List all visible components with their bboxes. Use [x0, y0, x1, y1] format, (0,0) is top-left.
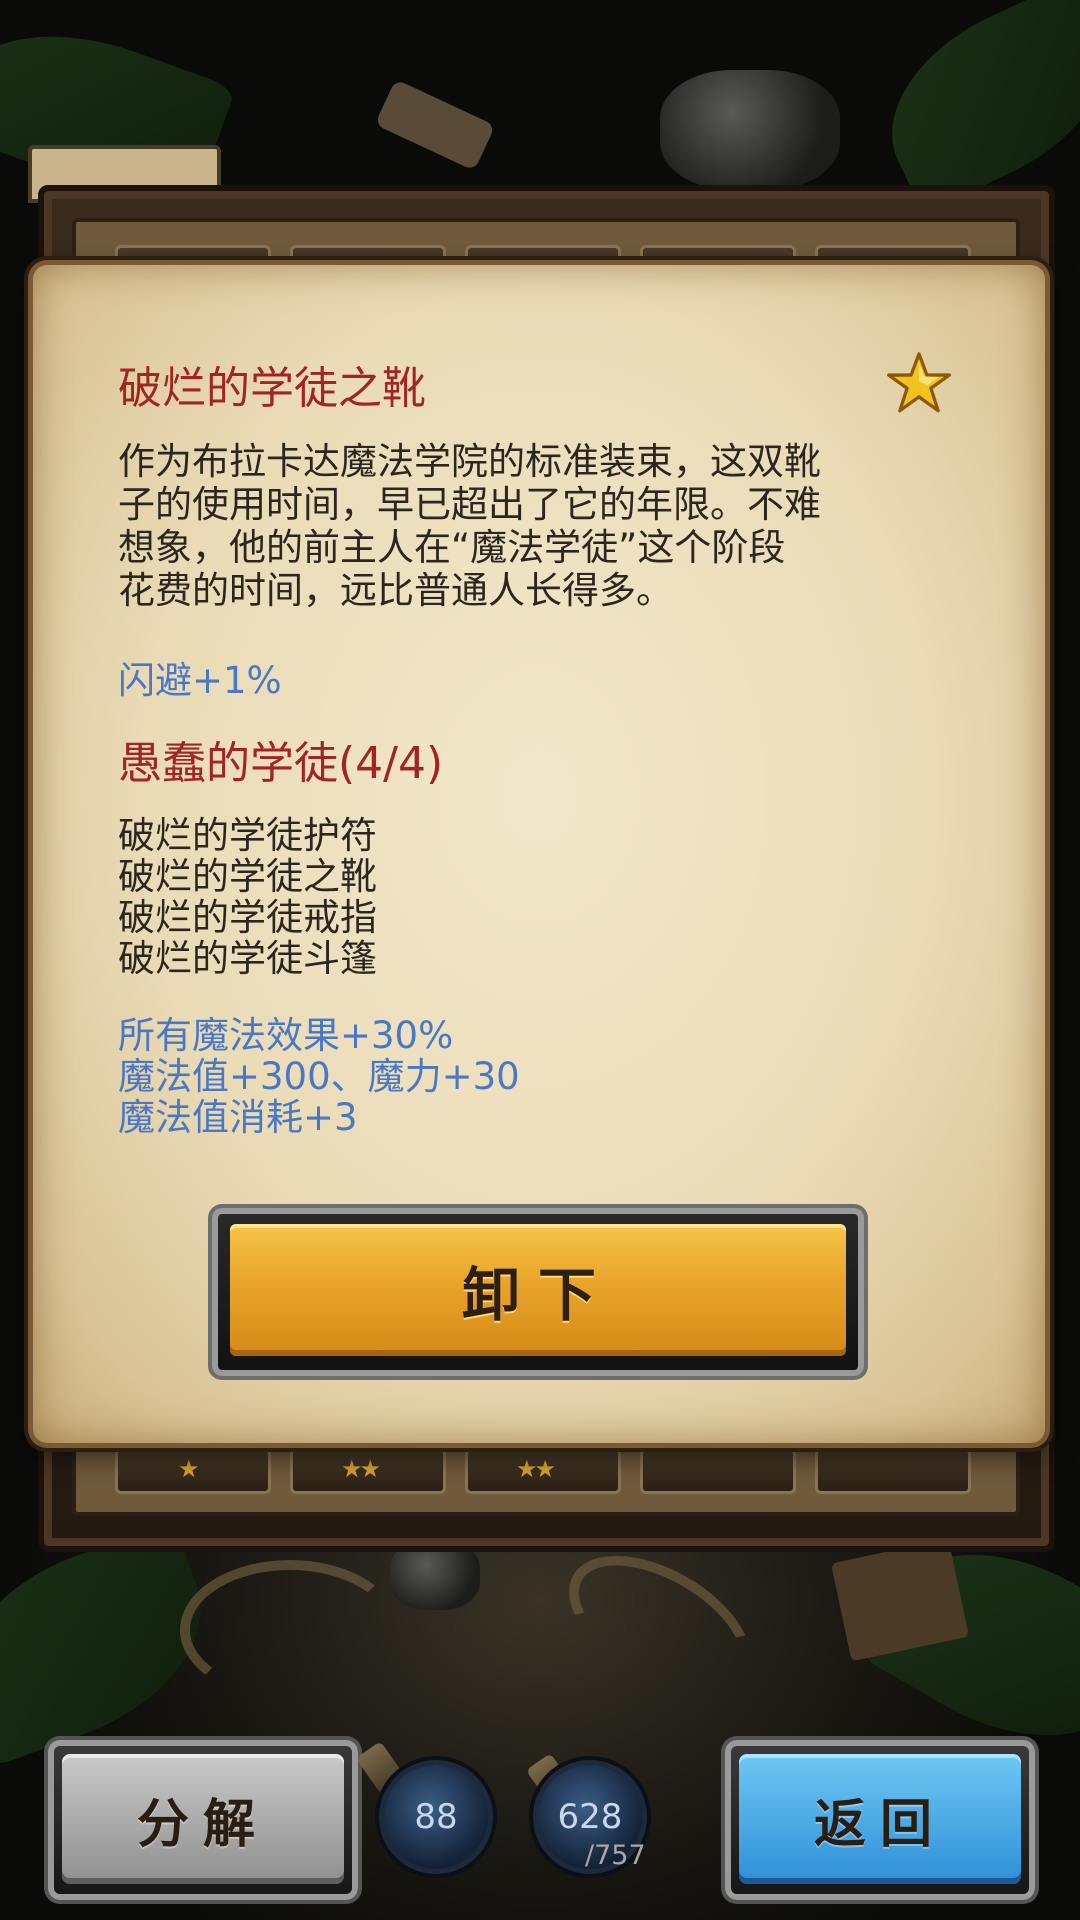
back-button-label: 返回	[813, 1794, 946, 1855]
set-item: 破烂的学徒斗篷	[118, 937, 377, 980]
equipment-slot[interactable]: ★★	[290, 1448, 446, 1494]
disassemble-button[interactable]: 分解	[48, 1740, 358, 1900]
item-description: 作为布拉卡达魔法学院的标准装束，这双靴 子的使用时间，早已超出了它的年限。不难 …	[118, 440, 898, 612]
set-item: 破烂的学徒护符	[118, 814, 377, 857]
description-line: 作为布拉卡达魔法学院的标准装束，这双靴	[118, 440, 821, 483]
capacity-orb-value: 628	[557, 1797, 623, 1837]
disassemble-button-label: 分解	[136, 1794, 269, 1855]
mana-orb-value: 88	[414, 1797, 458, 1837]
item-stat-bonus: 闪避+1%	[118, 659, 282, 702]
gold-star-icon	[886, 352, 952, 413]
unequip-button[interactable]: 卸下	[212, 1208, 864, 1376]
set-item: 破烂的学徒之靴	[118, 855, 377, 898]
disassemble-button-face[interactable]: 分解	[62, 1754, 344, 1884]
equipment-slot[interactable]: ★★	[465, 1448, 621, 1494]
unequip-button-face[interactable]: 卸下	[230, 1224, 846, 1356]
description-line: 想象，他的前主人在“魔法学徒”这个阶段	[118, 526, 786, 569]
equipment-slot[interactable]	[640, 1448, 796, 1494]
unequip-button-label: 卸下	[461, 1261, 614, 1329]
back-button-face[interactable]: 返回	[739, 1754, 1021, 1884]
set-bonus-list: 所有魔法效果+30% 魔法值+300、魔力+30 魔法值消耗+3	[118, 1015, 520, 1138]
game-scene: ★ ★★ ★★ 破烂的学徒之靴 作为布拉卡达魔法学院的标准装束，这双靴 子的使用…	[0, 0, 1080, 1920]
set-bonus: 所有魔法效果+30%	[118, 1014, 454, 1057]
equipment-slot[interactable]: ★	[115, 1448, 271, 1494]
set-bonus: 魔法值消耗+3	[118, 1096, 358, 1139]
slot-star-icon: ★	[178, 1455, 199, 1483]
skull-rock	[660, 70, 840, 190]
slot-star-icon: ★★	[516, 1455, 556, 1483]
slot-star-icon: ★★	[341, 1455, 381, 1483]
description-line: 子的使用时间，早已超出了它的年限。不难	[118, 483, 821, 526]
wood-plank	[374, 79, 496, 171]
mana-orb: 88	[384, 1765, 488, 1869]
set-title: 愚蠢的学徒(4/4)	[118, 738, 444, 789]
back-button[interactable]: 返回	[725, 1740, 1035, 1900]
rope-coil	[180, 1560, 400, 1700]
description-line: 花费的时间，远比普通人长得多。	[118, 569, 673, 612]
capacity-orb-max: /757	[585, 1840, 646, 1871]
set-item: 破烂的学徒戒指	[118, 896, 377, 939]
set-bonus: 魔法值+300、魔力+30	[118, 1055, 520, 1098]
equipment-slot[interactable]	[815, 1448, 971, 1494]
set-item-list: 破烂的学徒护符 破烂的学徒之靴 破烂的学徒戒指 破烂的学徒斗篷	[118, 815, 377, 979]
item-title: 破烂的学徒之靴	[118, 363, 426, 414]
rope-coil	[545, 1527, 775, 1723]
jungle-leaf	[859, 0, 1080, 214]
